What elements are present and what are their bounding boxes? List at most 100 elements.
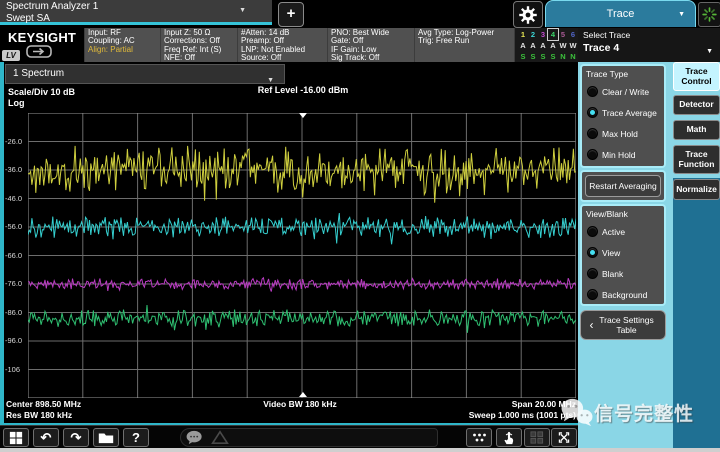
restart-averaging-button[interactable]: Restart Averaging [585, 175, 661, 197]
screen-tab-line1: Spectrum Analyzer 1 [6, 1, 266, 13]
apps-grid-button[interactable] [466, 428, 492, 447]
y-axis-tick-label: -26.0 [5, 137, 27, 146]
file-explorer-button[interactable] [93, 428, 119, 447]
radio-blank[interactable]: Blank [585, 263, 661, 284]
radio-icon [587, 289, 598, 300]
radio-clear-write[interactable]: Clear / Write [585, 81, 661, 102]
keysight-logo: KEYSIGHT [0, 28, 84, 45]
window-layout-button[interactable] [524, 428, 550, 447]
status-column-impedance: Input Z: 50 Ω Corrections: Off Freq Ref:… [160, 28, 237, 62]
tab-trace-function[interactable]: Trace Function [673, 145, 720, 174]
tab-math[interactable]: Math [673, 120, 720, 140]
radio-view[interactable]: View [585, 242, 661, 263]
radio-selected-icon [587, 247, 598, 258]
tab-trace-control[interactable]: Trace Control [673, 62, 720, 91]
trace-numbers-row: 1 2 3 4 5 6 [518, 29, 578, 40]
tab-detector[interactable]: Detector [673, 95, 720, 115]
y-axis-tick-label: -96.0 [5, 336, 27, 345]
tab-normalize[interactable]: Normalize [673, 179, 720, 200]
window-bottom-edge [0, 448, 720, 452]
select-trace-dropdown[interactable]: Select Trace Trace 4 ▼ [578, 28, 720, 62]
message-bubble-icon [185, 430, 205, 445]
y-axis-tick-label: -46.0 [5, 194, 27, 203]
trace-type-title: Trace Type [586, 69, 661, 79]
radio-icon [587, 86, 598, 97]
y-axis-tick-label: -36.0 [5, 165, 27, 174]
span-sweep-annotation[interactable]: Span 20.00 MHz Sweep 1.000 ms (1001 pts) [380, 399, 576, 420]
chevron-down-icon: ▼ [678, 11, 685, 18]
activity-spinner-button[interactable] [698, 2, 720, 27]
radio-selected-icon [587, 107, 598, 118]
status-column-avg: Avg Type: Log-Power Trig: Free Run [414, 28, 514, 62]
watermark: 信号完整性 [560, 395, 720, 429]
y-axis-tick-label: -76.0 [5, 279, 27, 288]
trace-number-selected: 4 [548, 29, 558, 40]
redo-button[interactable]: ↷ [63, 428, 89, 447]
spectrum-graticule[interactable] [28, 113, 576, 398]
help-button[interactable]: ? [123, 428, 149, 447]
status-bar: KEYSIGHT Input: RF Coupling: AC Align: P… [0, 28, 578, 62]
res-bw-annotation: Res BW 180 kHz [6, 410, 81, 421]
view-blank-title: View/Blank [586, 209, 661, 219]
windows-start-button[interactable] [3, 428, 29, 447]
y-axis-tick-label: -106 [5, 365, 27, 374]
trace-type-group: Trace Type Clear / Write Trace Average M… [580, 64, 666, 168]
screen-tab-line2: Swept SA [6, 13, 266, 25]
display-left-border [0, 62, 4, 423]
expand-arrows-icon [557, 431, 571, 444]
trace-number: 2 [528, 29, 538, 40]
scale-per-div-label[interactable]: Scale/Div 10 dB [8, 87, 75, 97]
trace-settings-table-button[interactable]: ‹ Trace Settings Table [580, 310, 666, 340]
trace-number: 5 [558, 29, 568, 40]
radio-trace-average[interactable]: Trace Average [585, 102, 661, 123]
trace-menu-label: Trace [607, 8, 635, 20]
fullscreen-button[interactable] [551, 428, 577, 447]
spinner-icon [702, 7, 717, 22]
remote-display-icon [26, 45, 52, 59]
center-freq-annotation[interactable]: Center 898.50 MHz Res BW 180 kHz [6, 399, 81, 420]
radio-icon [587, 226, 598, 237]
trace-detectors-row: S S S S N N [518, 51, 578, 62]
message-bar[interactable] [180, 428, 438, 447]
status-column-atten: #Atten: 14 dB Preamp: Off LNP: Not Enabl… [237, 28, 327, 62]
trace-types-row: A A A A W W [518, 40, 578, 51]
trace-menu-tab[interactable]: Trace ▼ [545, 0, 696, 27]
center-frequency-marker-icon [299, 392, 307, 397]
screen-tab-spectrum-analyzer[interactable]: Spectrum Analyzer 1 Swept SA ▼ [0, 0, 272, 25]
measurement-window-tab[interactable]: 1 Spectrum ▼ [5, 64, 285, 84]
help-icon: ? [132, 430, 140, 445]
restart-averaging-group: Restart Averaging [580, 170, 666, 202]
redo-icon: ↷ [71, 430, 82, 446]
trace-status-table[interactable]: 1 2 3 4 5 6 A A A A W W S S S S N N [514, 28, 578, 62]
undo-button[interactable]: ↶ [33, 428, 59, 447]
trace-number: 6 [568, 29, 578, 40]
ref-level-marker-icon [299, 113, 307, 118]
touch-mode-button[interactable] [496, 428, 522, 447]
right-menu-panel: Select Trace Trace 4 ▼ Trace Type Clear … [578, 28, 720, 452]
settings-gear-button[interactable] [513, 1, 543, 28]
radio-active[interactable]: Active [585, 221, 661, 242]
trace-number: 3 [538, 29, 548, 40]
select-trace-label: Select Trace [583, 30, 715, 40]
windows-icon [9, 431, 23, 445]
chevron-left-icon: ‹ [590, 318, 594, 332]
log-scale-label: Log [8, 98, 25, 108]
radio-icon [587, 149, 598, 160]
y-axis-tick-label: -86.0 [5, 308, 27, 317]
align-status: Align: Partial [88, 46, 157, 54]
folder-icon [98, 431, 114, 444]
dots-grid-icon [472, 431, 487, 444]
status-column-pno: PNO: Best Wide Gate: Off IF Gain: Low Si… [327, 28, 414, 62]
y-axis-tick-label: -56.0 [5, 222, 27, 231]
selected-trace-value: Trace 4 [583, 42, 715, 54]
radio-max-hold[interactable]: Max Hold [585, 123, 661, 144]
radio-icon [587, 128, 598, 139]
trace-number: 1 [518, 29, 528, 40]
ref-level-label[interactable]: Ref Level -16.00 dBm [168, 85, 438, 95]
radio-background[interactable]: Background [585, 284, 661, 305]
undo-icon: ↶ [41, 430, 52, 446]
add-screen-button[interactable]: + [278, 2, 304, 27]
radio-icon [587, 268, 598, 279]
radio-min-hold[interactable]: Min Hold [585, 144, 661, 165]
alert-triangle-icon [211, 430, 229, 445]
